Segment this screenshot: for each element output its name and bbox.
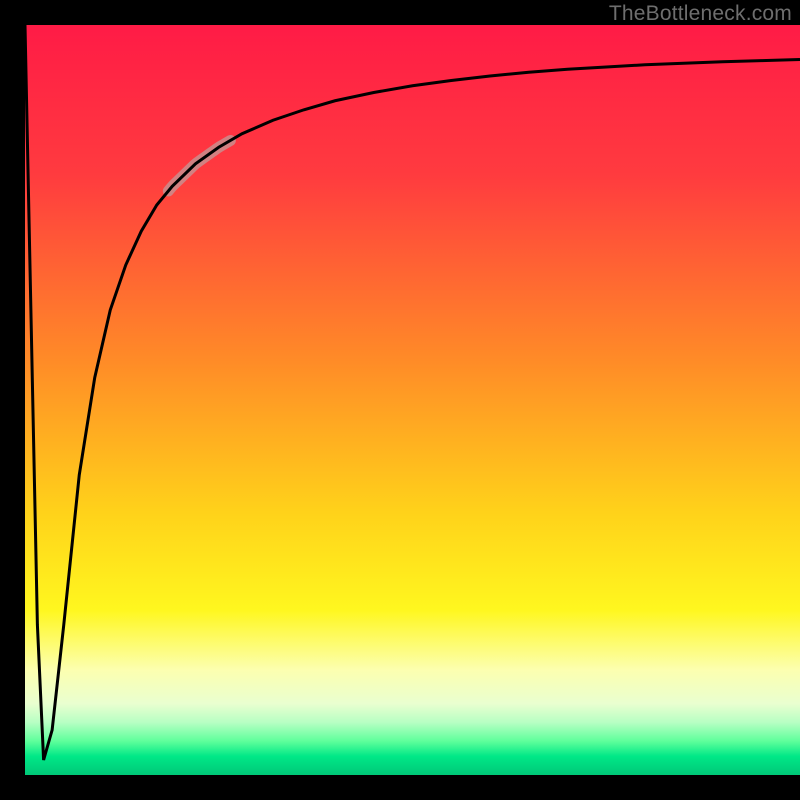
bottleneck-chart [0,0,800,800]
attribution-label: TheBottleneck.com [609,2,792,26]
chart-root: TheBottleneck.com [0,0,800,800]
plot-gradient-background [25,25,800,775]
